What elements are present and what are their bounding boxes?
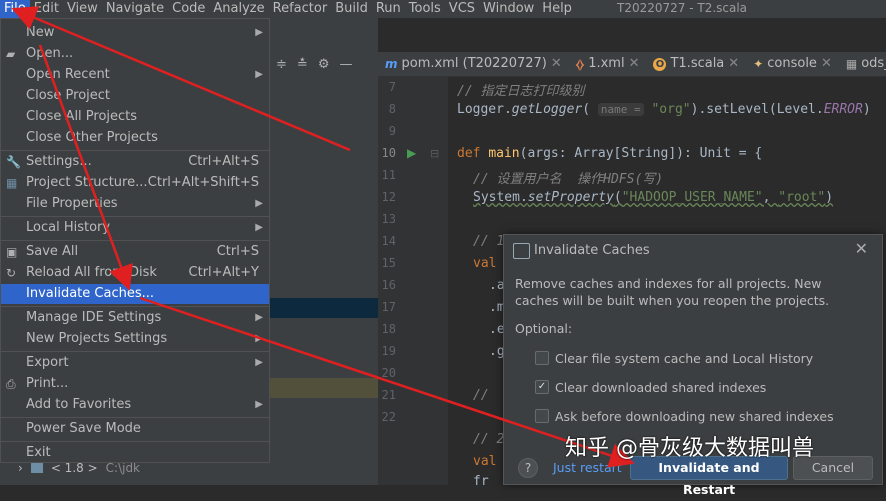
watermark: 知乎 @骨灰级大数据叫兽 [565,436,814,461]
annotation-arrows [11,6,635,468]
arrow-to-invalidate-caches [38,44,133,291]
arrow-to-file-menu [11,6,351,152]
arrow-to-invalidate-button [139,296,635,468]
